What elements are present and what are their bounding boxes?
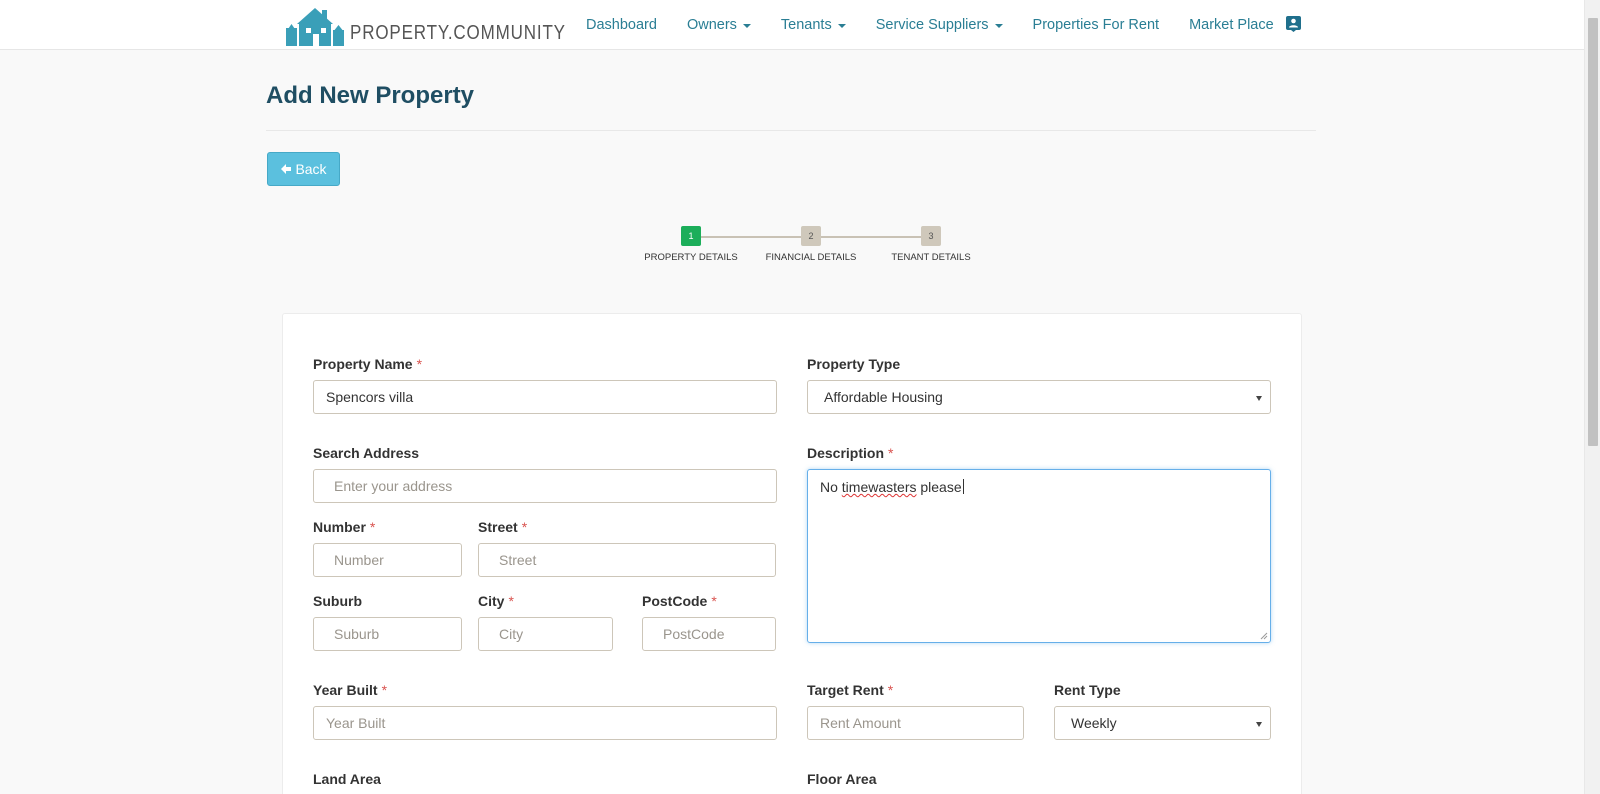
step-3-label: TENANT DETAILS <box>891 252 971 263</box>
description-label: Description * <box>807 445 894 461</box>
step-2-indicator[interactable]: 2 <box>801 226 821 246</box>
step-1-label: PROPERTY DETAILS <box>644 252 738 263</box>
property-details-form: Property Name * Spencors villa Property T… <box>282 313 1302 794</box>
nav-tenants[interactable]: Tenants <box>781 17 846 33</box>
postcode-label: PostCode * <box>642 593 717 609</box>
description-text-suffix: please <box>916 479 962 495</box>
property-type-value: Affordable Housing <box>824 389 943 405</box>
brand-logo[interactable]: PROPERTY.COMMUNITY <box>286 4 604 46</box>
street-input[interactable]: Street <box>478 543 776 577</box>
postcode-input[interactable]: PostCode <box>642 617 776 651</box>
number-input[interactable]: Number <box>313 543 462 577</box>
property-name-input[interactable]: Spencors villa <box>313 380 777 414</box>
step-3-indicator[interactable]: 3 <box>921 226 941 246</box>
floor-area-label: Floor Area <box>807 771 877 787</box>
number-label: Number * <box>313 519 376 535</box>
target-rent-input[interactable]: Rent Amount <box>807 706 1024 740</box>
target-rent-label: Target Rent * <box>807 682 894 698</box>
year-built-label: Year Built * <box>313 682 388 698</box>
nav-properties-for-rent-label: Properties For Rent <box>1032 17 1160 33</box>
caret-down-icon <box>742 24 751 28</box>
nav-owners[interactable]: Owners <box>687 17 751 33</box>
nav-service-suppliers[interactable]: Service Suppliers <box>876 17 1003 33</box>
rent-type-value: Weekly <box>1071 715 1117 731</box>
main-nav: Dashboard Owners Tenants Service Supplie… <box>586 0 1304 50</box>
select-caret-icon <box>1256 722 1262 727</box>
description-misspelled-word: timewasters <box>841 479 917 495</box>
nav-properties-for-rent[interactable]: Properties For Rent <box>1033 17 1160 33</box>
year-built-input[interactable]: Year Built <box>313 706 777 740</box>
suburb-input[interactable]: Suburb <box>313 617 462 651</box>
city-input[interactable]: City <box>478 617 613 651</box>
step-connector <box>810 236 930 238</box>
page-title: Add New Property <box>266 82 475 109</box>
description-text: No <box>820 479 842 495</box>
nav-market-place-label: Market Place <box>1189 17 1274 33</box>
property-type-select[interactable]: Affordable Housing <box>807 380 1271 414</box>
scrollbar-thumb[interactable] <box>1588 18 1598 446</box>
description-textarea[interactable]: No timewasters please <box>807 469 1271 643</box>
nav-owners-label: Owners <box>686 17 737 33</box>
arrow-left-icon <box>281 164 292 174</box>
suburb-label: Suburb <box>313 593 362 609</box>
rent-type-label: Rent Type <box>1054 682 1121 698</box>
street-label: Street * <box>478 519 528 535</box>
nav-dashboard[interactable]: Dashboard <box>586 17 657 33</box>
contact-card-icon[interactable] <box>1286 16 1301 32</box>
brand-name: PROPERTY.COMMUNITY <box>350 22 566 44</box>
top-navbar: PROPERTY.COMMUNITY Dashboard Owners Tena… <box>0 0 1584 50</box>
wizard-stepper: 1 2 3 PROPERTY DETAILS FINANCIAL DETAILS… <box>630 226 980 266</box>
search-address-input[interactable]: Enter your address <box>313 469 777 503</box>
caret-down-icon <box>837 24 846 28</box>
nav-tenants-label: Tenants <box>780 17 832 33</box>
nav-dashboard-label: Dashboard <box>586 17 657 33</box>
step-connector <box>690 236 810 238</box>
text-cursor <box>962 479 964 494</box>
property-name-label: Property Name * <box>313 356 423 372</box>
title-divider <box>266 130 1316 131</box>
caret-down-icon <box>994 24 1003 28</box>
step-2-label: FINANCIAL DETAILS <box>765 252 857 263</box>
page-scrollbar[interactable] <box>1584 0 1600 794</box>
search-address-label: Search Address <box>313 445 420 461</box>
city-label: City * <box>478 593 514 609</box>
back-button-label: Back <box>295 161 327 177</box>
property-type-label: Property Type <box>807 356 901 372</box>
rent-type-select[interactable]: Weekly <box>1054 706 1271 740</box>
nav-market-place[interactable]: Market Place <box>1189 17 1274 33</box>
land-area-label: Land Area <box>313 771 381 787</box>
house-logo-icon <box>286 8 344 46</box>
resize-grip-icon[interactable] <box>1260 632 1268 640</box>
select-caret-icon <box>1256 396 1262 401</box>
back-button[interactable]: Back <box>267 152 340 186</box>
step-1-indicator[interactable]: 1 <box>681 226 701 246</box>
nav-service-suppliers-label: Service Suppliers <box>875 17 989 33</box>
